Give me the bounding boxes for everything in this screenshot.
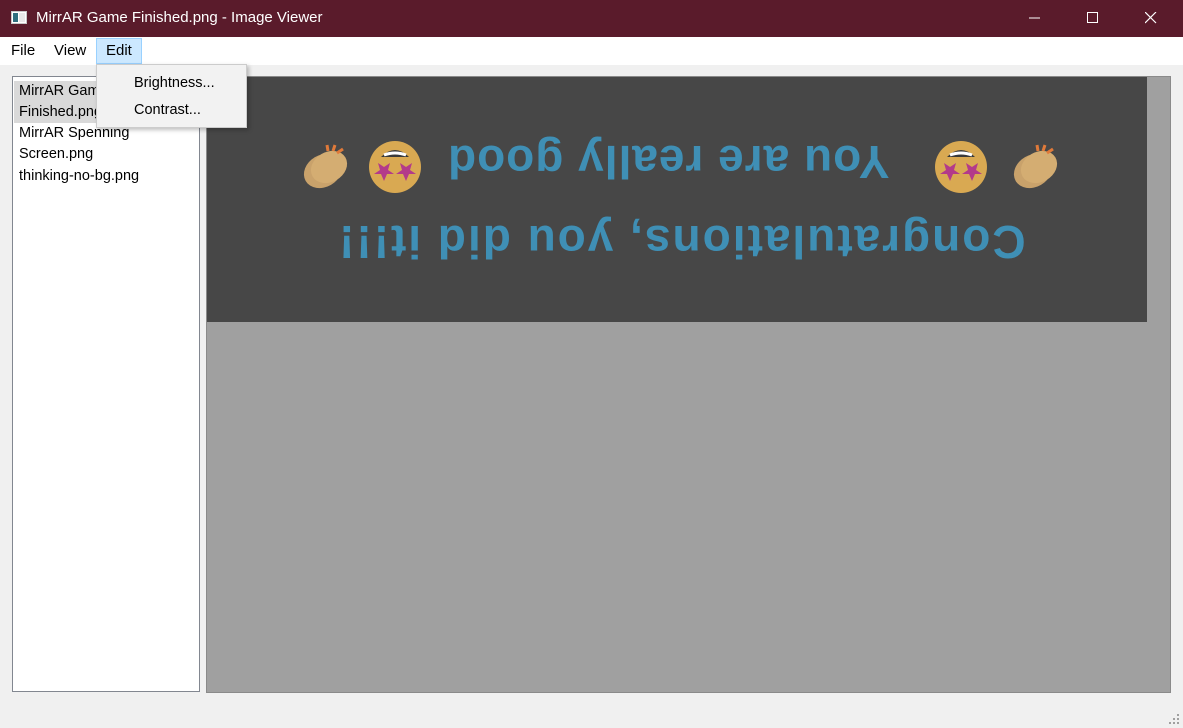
displayed-image: You are really good Congratulations, you… xyxy=(207,77,1147,322)
edit-dropdown-menu: Brightness... Contrast... xyxy=(96,64,247,128)
resize-grip-icon[interactable] xyxy=(1168,713,1180,725)
menu-item-contrast[interactable]: Contrast... xyxy=(134,102,201,118)
app-icon xyxy=(11,11,27,24)
title-bar: MirrAR Game Finished.png - Image Viewer xyxy=(0,0,1183,37)
menu-view[interactable]: View xyxy=(45,37,95,65)
file-item-label: Screen.png xyxy=(19,146,94,162)
file-list[interactable]: MirrAR Gam Finished.png MirrAR Spenning … xyxy=(12,76,200,692)
minimize-button[interactable] xyxy=(1006,0,1064,37)
clapping-hands-emoji xyxy=(303,144,348,189)
image-text-line2: Congratulations, you did it!!! xyxy=(337,216,1026,268)
file-item-mirrar-spenning-screen[interactable]: MirrAR Spenning Screen.png xyxy=(19,123,129,165)
minimize-icon xyxy=(1029,17,1040,19)
star-struck-emoji xyxy=(935,141,987,193)
menu-bar: File View Edit xyxy=(0,37,1183,65)
maximize-button[interactable] xyxy=(1064,0,1122,37)
image-text-line1: You are really good xyxy=(447,136,890,188)
star-struck-emoji xyxy=(369,141,421,193)
close-icon xyxy=(1145,12,1157,24)
menu-item-brightness[interactable]: Brightness... xyxy=(134,75,215,91)
file-item-thinking-no-bg[interactable]: thinking-no-bg.png xyxy=(19,166,139,187)
window-title: MirrAR Game Finished.png - Image Viewer xyxy=(36,9,323,26)
maximize-icon xyxy=(1087,12,1098,23)
file-item-label: thinking-no-bg.png xyxy=(19,168,140,184)
clapping-hands-emoji xyxy=(1013,144,1058,189)
menu-file[interactable]: File xyxy=(2,37,44,65)
close-button[interactable] xyxy=(1122,0,1180,37)
image-viewer[interactable]: You are really good Congratulations, you… xyxy=(206,76,1171,693)
menu-edit[interactable]: Edit xyxy=(96,38,142,64)
